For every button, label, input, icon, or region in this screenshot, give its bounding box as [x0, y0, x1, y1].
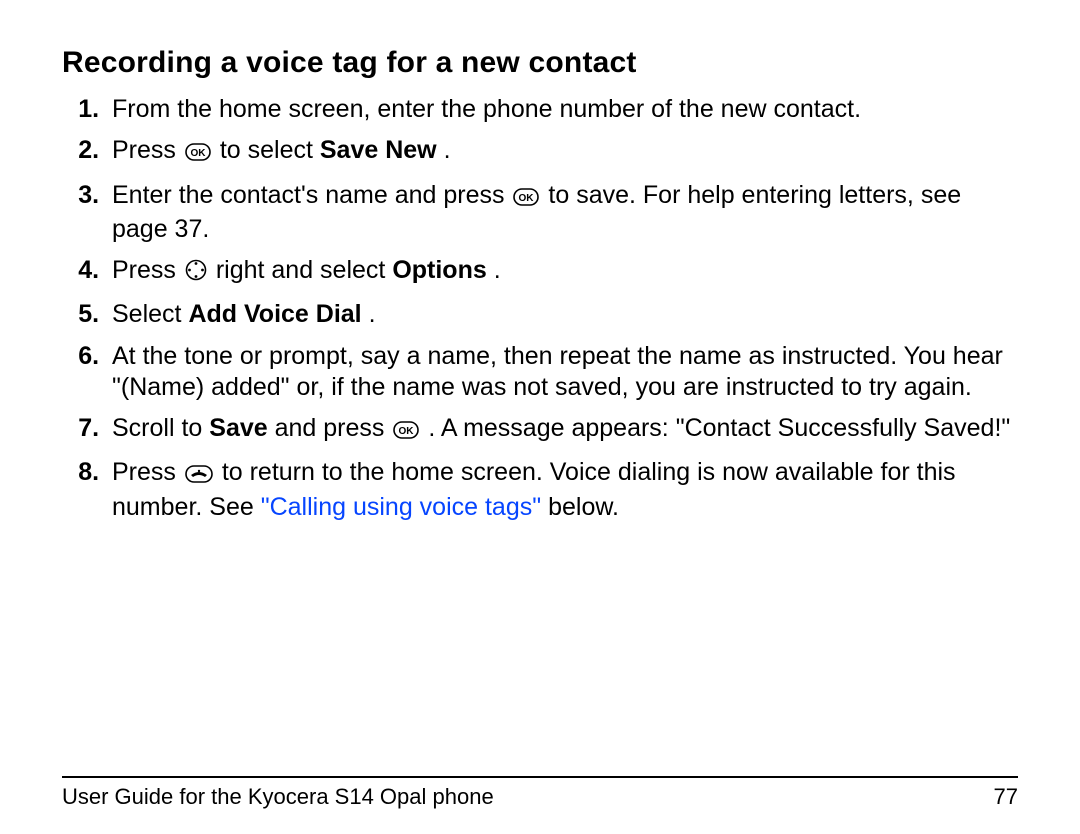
- step-text: At the tone or prompt, say a name, then …: [112, 342, 1003, 401]
- step-item: Scroll to Save and press OK . A message …: [106, 413, 1018, 447]
- step-text: and press: [275, 414, 392, 442]
- step-text: Press: [112, 256, 183, 284]
- document-page: Recording a voice tag for a new contact …: [0, 0, 1080, 834]
- step-item: Press OK to select Save New .: [106, 135, 1018, 169]
- footer-page-number: 77: [994, 784, 1018, 810]
- step-bold: Save New: [320, 136, 437, 164]
- step-text: Enter the contact's name and press: [112, 181, 511, 209]
- step-text: .: [444, 136, 451, 164]
- step-text: Press: [112, 458, 183, 486]
- svg-text:OK: OK: [399, 426, 415, 437]
- step-item: Enter the contact's name and press OK to…: [106, 180, 1018, 246]
- step-text: Scroll to: [112, 414, 209, 442]
- ok-key-icon: OK: [185, 138, 211, 169]
- step-text: Select: [112, 300, 188, 328]
- svg-text:OK: OK: [519, 193, 535, 204]
- step-text: From the home screen, enter the phone nu…: [112, 95, 861, 123]
- instruction-list: From the home screen, enter the phone nu…: [62, 94, 1018, 523]
- step-item: Select Add Voice Dial .: [106, 299, 1018, 330]
- step-text: . A message appears: "Contact Successful…: [428, 414, 1010, 442]
- step-bold: Options: [392, 256, 486, 284]
- step-text: to select: [220, 136, 320, 164]
- end-call-key-icon: [185, 460, 213, 491]
- footer-divider: [62, 776, 1018, 778]
- step-item: From the home screen, enter the phone nu…: [106, 94, 1018, 125]
- cross-reference-link[interactable]: "Calling using voice tags": [261, 493, 541, 521]
- step-bold: Save: [209, 414, 267, 442]
- step-text: .: [369, 300, 376, 328]
- dpad-icon: [185, 258, 207, 289]
- page-title: Recording a voice tag for a new contact: [62, 46, 1018, 80]
- step-item: Press to return to the home screen. Voic…: [106, 457, 1018, 523]
- step-item: Press right and select Options .: [106, 255, 1018, 289]
- step-text: .: [494, 256, 501, 284]
- step-bold: Add Voice Dial: [188, 300, 361, 328]
- step-item: At the tone or prompt, say a name, then …: [106, 341, 1018, 404]
- ok-key-icon: OK: [393, 416, 419, 447]
- step-text: below.: [548, 493, 619, 521]
- page-footer: User Guide for the Kyocera S14 Opal phon…: [62, 776, 1018, 810]
- footer-title: User Guide for the Kyocera S14 Opal phon…: [62, 784, 494, 810]
- step-text: right and select: [216, 256, 393, 284]
- step-text: Press: [112, 136, 183, 164]
- svg-text:OK: OK: [190, 148, 206, 159]
- ok-key-icon: OK: [513, 183, 539, 214]
